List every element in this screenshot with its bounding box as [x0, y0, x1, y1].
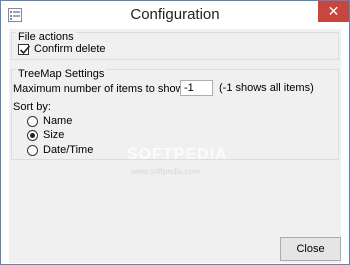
sort-name-radio[interactable] [27, 115, 38, 127]
sort-option-label: Date/Time [43, 144, 94, 156]
sort-by-label: Sort by: [13, 101, 51, 113]
dialog-body: File actions Confirm delete TreeMap Sett… [9, 29, 341, 263]
close-button[interactable]: Close [280, 237, 341, 261]
watermark-url: www.softpedia.com [131, 167, 200, 176]
sort-option-name[interactable]: Name [27, 115, 72, 127]
sort-option-label: Size [43, 129, 65, 141]
title-bar[interactable]: Configuration ✕ [1, 1, 349, 29]
checkmark-icon [19, 44, 31, 54]
window-close-button[interactable]: ✕ [318, 1, 349, 22]
sort-datetime-radio[interactable] [27, 144, 38, 156]
sort-option-size[interactable]: Size [27, 129, 64, 141]
confirm-delete-row[interactable]: Confirm delete [18, 43, 106, 55]
max-items-input[interactable] [180, 80, 213, 96]
confirm-delete-checkbox[interactable] [18, 43, 31, 55]
close-icon: ✕ [327, 3, 340, 19]
configuration-window: Configuration ✕ File actions Confirm del… [0, 0, 350, 265]
treemap-settings-title: TreeMap Settings [16, 68, 107, 80]
confirm-delete-label: Confirm delete [34, 43, 106, 55]
max-items-label: Maximum number of items to show: [13, 83, 187, 95]
sort-option-datetime[interactable]: Date/Time [27, 144, 93, 156]
sort-option-label: Name [43, 115, 73, 127]
max-items-hint: (-1 shows all items) [219, 82, 314, 94]
file-actions-title: File actions [16, 31, 76, 43]
sort-size-radio[interactable] [27, 129, 38, 141]
watermark-logo: SOFTPEDIA [127, 146, 228, 163]
window-title: Configuration [130, 6, 220, 23]
